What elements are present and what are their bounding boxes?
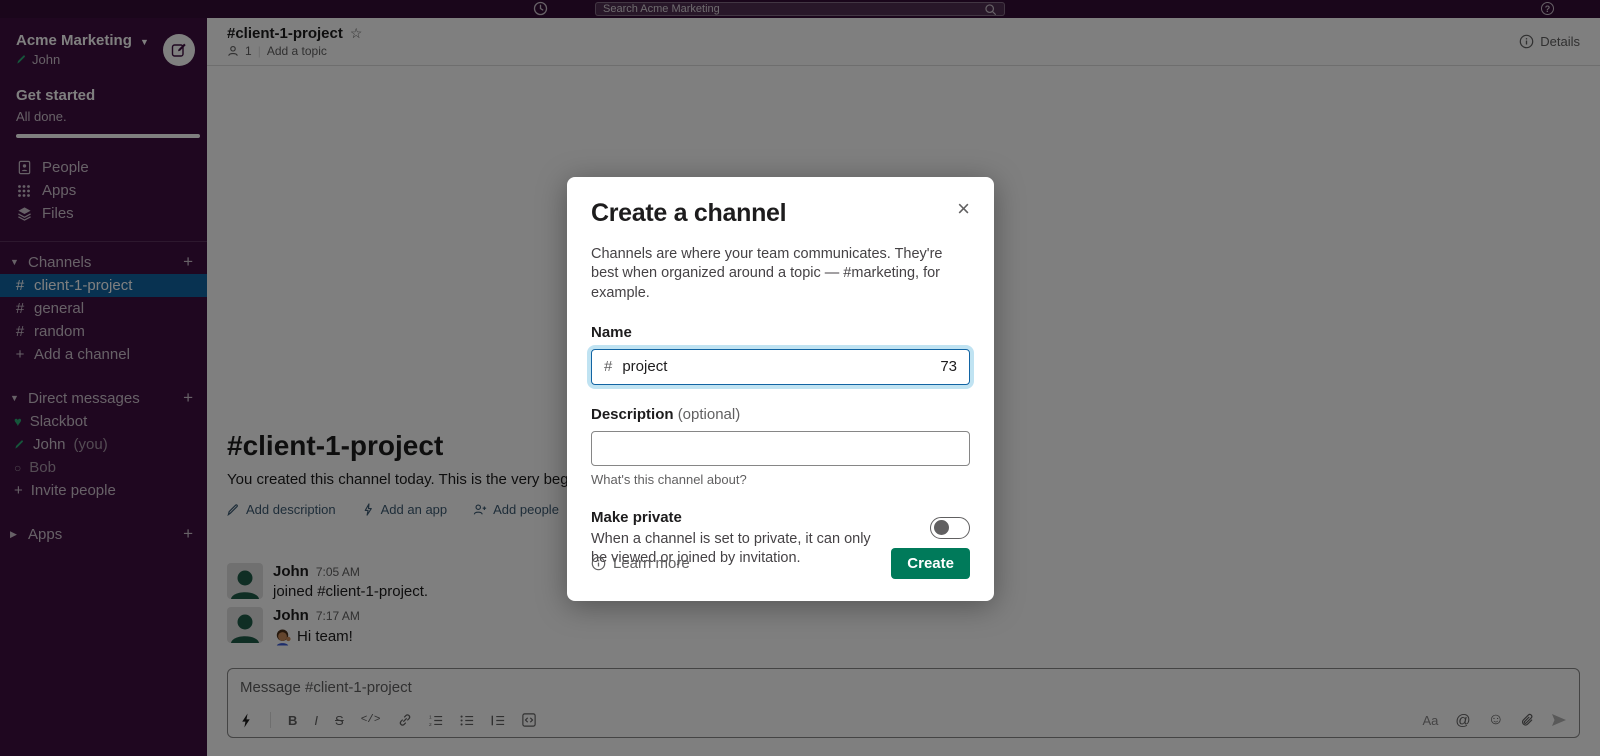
create-button[interactable]: Create [891, 548, 970, 579]
character-counter: 73 [940, 358, 957, 375]
toggle-knob [934, 520, 949, 535]
description-optional-text: (optional) [678, 406, 741, 423]
description-label-text: Description [591, 406, 674, 423]
close-icon[interactable]: × [957, 199, 970, 219]
make-private-toggle[interactable] [930, 517, 970, 539]
make-private-label: Make private [591, 509, 873, 526]
learn-more-link[interactable]: Learn more [591, 555, 690, 572]
channel-description-input[interactable] [591, 431, 970, 466]
modal-title: Create a channel [591, 199, 786, 228]
info-icon [591, 556, 606, 571]
description-help-text: What's this channel about? [591, 472, 970, 487]
create-channel-modal: Create a channel × Channels are where yo… [567, 177, 994, 601]
channel-name-value: project [622, 358, 940, 375]
description-field-label: Description (optional) [591, 406, 970, 423]
modal-description: Channels are where your team communicate… [591, 245, 951, 303]
name-field-label: Name [591, 324, 970, 341]
hash-icon: # [604, 358, 612, 375]
learn-more-label: Learn more [613, 555, 690, 572]
channel-name-input[interactable]: # project 73 [591, 349, 970, 385]
